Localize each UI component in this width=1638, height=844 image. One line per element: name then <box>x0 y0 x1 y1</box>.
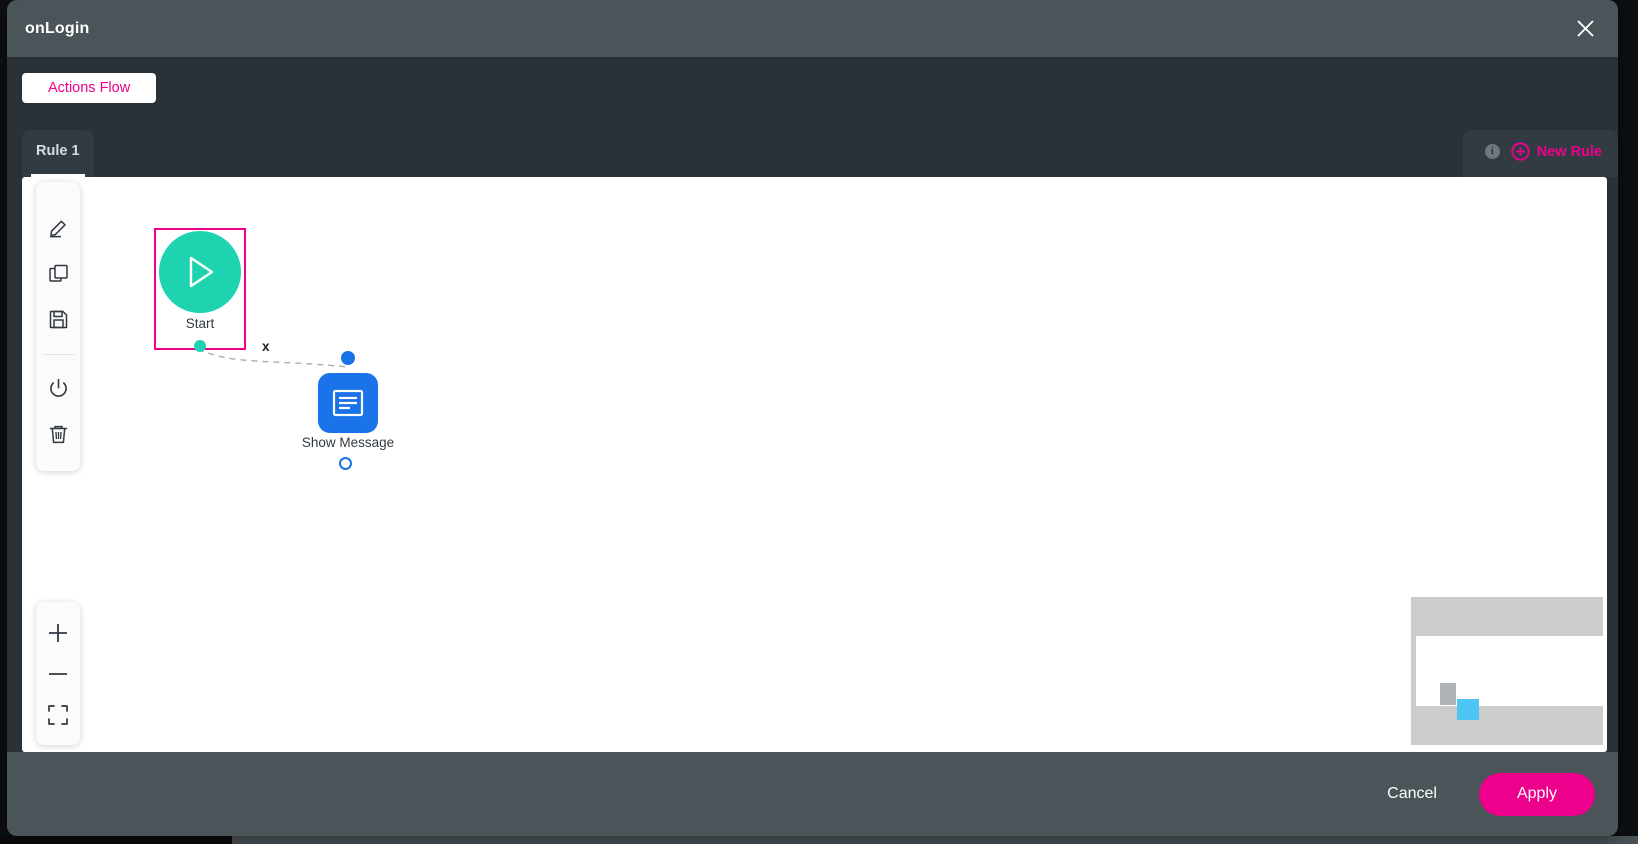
minimap-viewport[interactable] <box>1416 636 1607 720</box>
copy-icon <box>48 263 69 284</box>
fit-to-screen-button[interactable] <box>38 694 78 735</box>
flow-node-show-message[interactable] <box>318 373 378 433</box>
rule-tab-actions: i New Rule <box>1462 130 1618 177</box>
flow-node-start[interactable]: Start <box>154 228 246 352</box>
backdrop-strip-left <box>0 836 232 844</box>
floppy-disk-icon <box>48 309 69 330</box>
close-icon[interactable] <box>1570 14 1600 44</box>
flow-node-show-message-label: Show Message <box>301 435 395 450</box>
plus-icon <box>46 621 70 645</box>
expand-icon <box>47 704 69 726</box>
palette-divider <box>42 354 74 355</box>
flow-node-start-label: Start <box>185 316 215 331</box>
start-node-shape <box>159 231 241 313</box>
edit-tool-button[interactable] <box>38 204 78 250</box>
zoom-out-button[interactable] <box>38 653 78 694</box>
copy-tool-button[interactable] <box>38 250 78 296</box>
show-message-output-port[interactable] <box>339 457 352 470</box>
tab-rule-1[interactable]: Rule 1 <box>22 130 94 177</box>
minimap-node-start <box>1440 683 1456 705</box>
add-rule-label: New Rule <box>1536 143 1602 160</box>
backdrop-strip-right <box>232 836 1638 844</box>
delete-tool-button[interactable] <box>38 411 78 457</box>
add-rule-button[interactable]: New Rule <box>1511 142 1602 161</box>
power-tool-button[interactable] <box>38 365 78 411</box>
rule-tab-bar: Rule 1 i New Rule <box>7 119 1618 177</box>
pencil-icon <box>48 217 69 238</box>
dialog-toolbar: Actions Flow <box>7 57 1618 119</box>
show-message-input-port[interactable] <box>341 351 355 365</box>
minus-icon <box>46 662 70 686</box>
apply-button[interactable]: Apply <box>1478 772 1595 816</box>
play-icon <box>180 251 220 293</box>
canvas-zoom-controls <box>36 602 80 745</box>
tab-rule-1-label: Rule 1 <box>36 142 80 159</box>
edge-delete-handle[interactable]: x <box>262 339 270 354</box>
canvas-minimap[interactable] <box>1411 597 1607 745</box>
flow-edges <box>197 348 349 368</box>
cancel-button[interactable]: Cancel <box>1371 777 1453 811</box>
dialog-titlebar: onLogin <box>7 0 1618 57</box>
flow-graph-layer: x Start Show Message <box>22 177 1607 752</box>
flow-canvas[interactable]: x Start Show Message <box>22 177 1607 752</box>
zoom-in-button[interactable] <box>38 612 78 653</box>
start-node-output-port[interactable] <box>194 340 206 352</box>
info-icon[interactable]: i <box>1484 144 1500 159</box>
on-login-dialog: onLogin Actions Flow Rule 1 i New Rule x… <box>7 0 1618 836</box>
power-icon <box>48 378 69 399</box>
canvas-tool-palette <box>36 182 80 471</box>
plus-circle-icon <box>1511 142 1530 161</box>
tab-actions-flow[interactable]: Actions Flow <box>22 73 157 103</box>
dialog-footer: Cancel Apply <box>7 752 1618 836</box>
save-tool-button[interactable] <box>38 296 78 342</box>
dialog-title: onLogin <box>25 19 90 37</box>
message-lines-icon <box>331 388 365 418</box>
minimap-node-show-message <box>1457 699 1479 720</box>
trash-icon <box>48 424 69 445</box>
